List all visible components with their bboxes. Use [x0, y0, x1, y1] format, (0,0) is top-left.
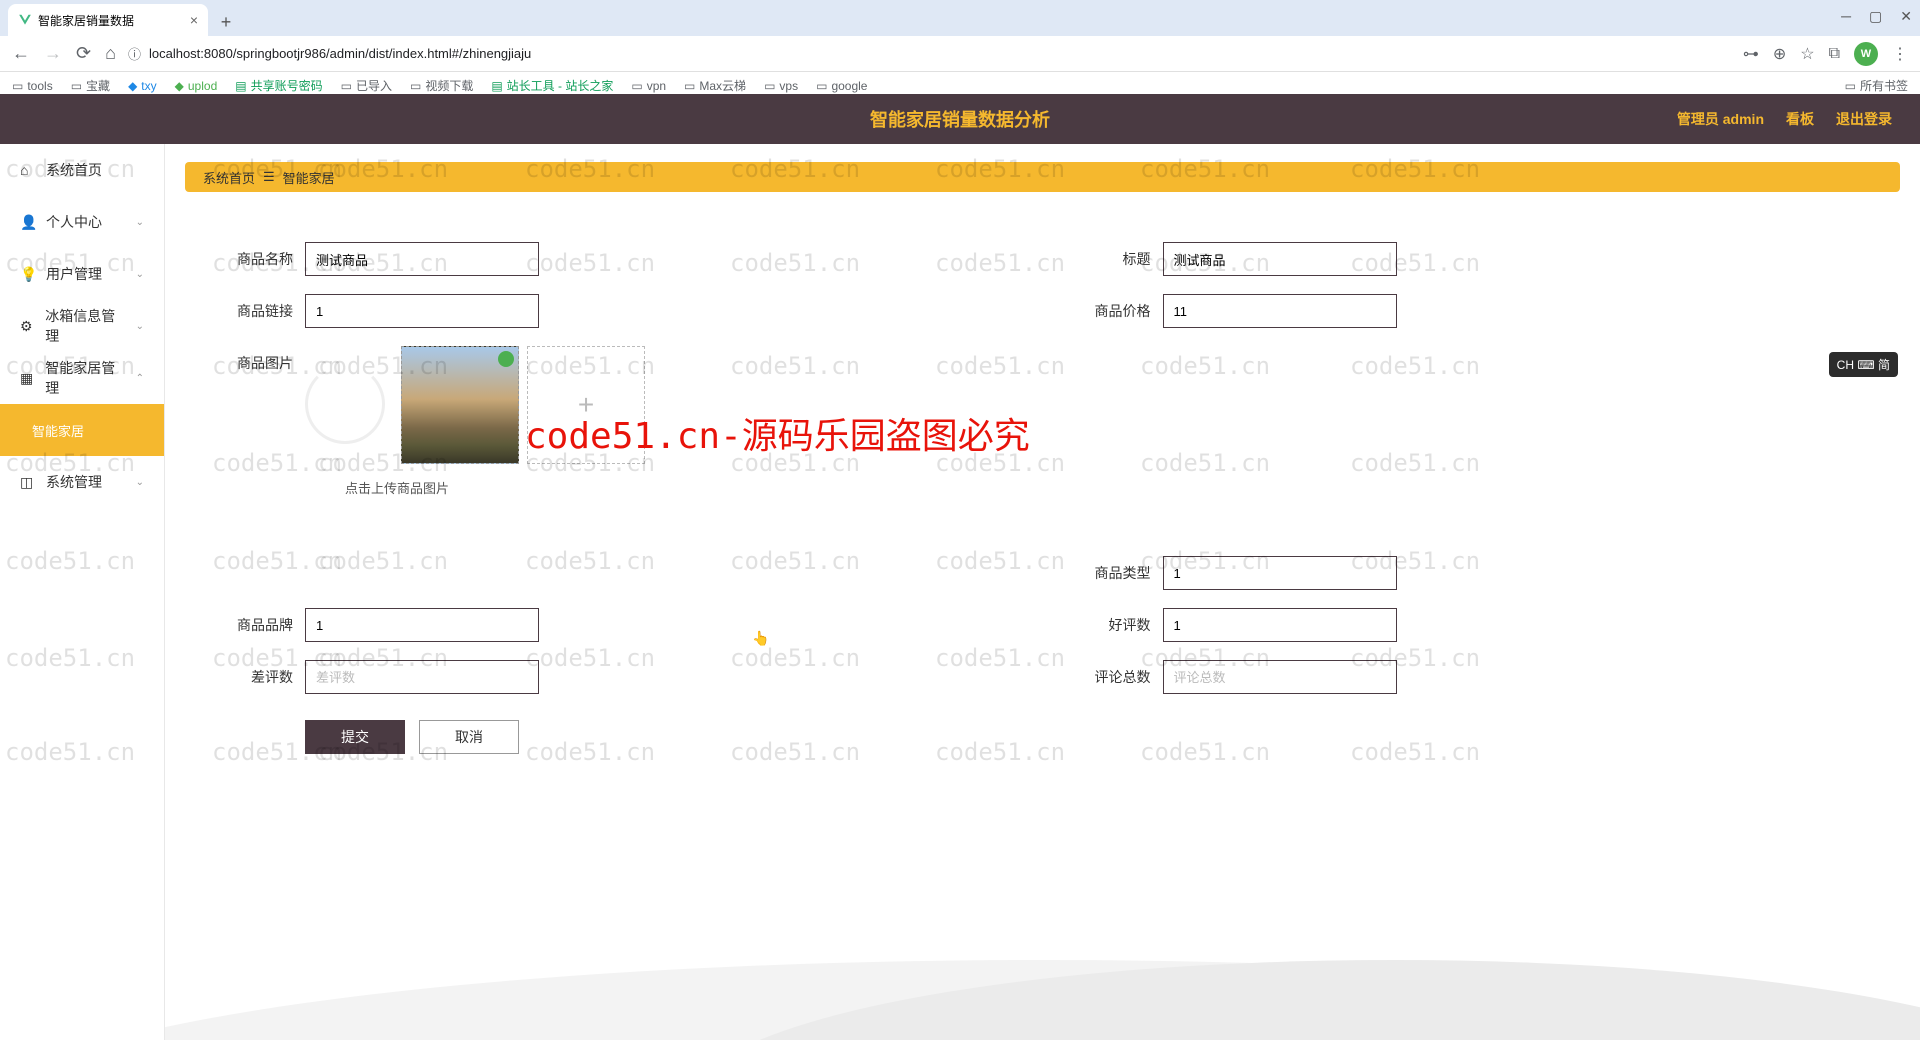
settings-icon: ⚙ [20, 318, 35, 335]
bookmark-item[interactable]: ◆ txy [128, 79, 157, 93]
user-icon: 👤 [20, 214, 36, 231]
sidebar-item-system[interactable]: ◫系统管理⌄ [0, 456, 164, 508]
product-type-input[interactable] [1163, 556, 1397, 590]
url-text: localhost:8080/springbootjr986/admin/dis… [149, 46, 531, 61]
sidebar-item-users[interactable]: 💡用户管理⌄ [0, 248, 164, 300]
bad-reviews-label: 差评数 [185, 660, 305, 687]
minimize-icon[interactable]: ─ [1841, 8, 1851, 25]
bookmark-item[interactable]: ◆ uplod [175, 79, 218, 93]
main-content: 系统首页 ☰ 智能家居 商品名称 标题 商品链接 商品价格 商品图片 [165, 144, 1920, 1040]
bookmark-item[interactable]: ▤ 共享账号密码 [235, 77, 322, 94]
bookmark-item[interactable]: ▭ 视频下载 [410, 77, 473, 94]
chevron-down-icon: ⌄ [136, 477, 144, 488]
menu-icon[interactable]: ⋮ [1892, 44, 1908, 64]
bookmark-item[interactable]: ▭ vps [764, 79, 798, 93]
maximize-icon[interactable]: ▢ [1869, 8, 1882, 25]
bookmark-item[interactable]: ▭ 已导入 [341, 77, 392, 94]
watermark-red: code51.cn-源码乐园盗图必究 [525, 407, 1030, 459]
breadcrumb-sep: ☰ [263, 169, 275, 185]
translate-icon[interactable]: ⊕ [1773, 44, 1786, 64]
bad-reviews-input[interactable] [305, 660, 539, 694]
upload-hint: 点击上传商品图片 [345, 478, 449, 497]
home-icon[interactable]: ⌂ [105, 43, 116, 64]
product-price-input[interactable] [1163, 294, 1397, 328]
browser-chrome: 智能家居销量数据 × + ─ ▢ ✕ ← → ⟳ ⌂ ⓘ localhost:8… [0, 0, 1920, 94]
bookmark-item[interactable]: ▭ tools [12, 79, 53, 93]
bookmark-item[interactable]: ▭ Max云梯 [684, 77, 746, 94]
product-brand-label: 商品品牌 [185, 608, 305, 635]
new-tab-button[interactable]: + [212, 8, 240, 36]
total-reviews-input[interactable] [1163, 660, 1397, 694]
tab-title: 智能家居销量数据 [38, 12, 134, 29]
image-preview[interactable] [401, 346, 519, 464]
chevron-down-icon: ⌄ [136, 217, 144, 228]
submit-button[interactable]: 提交 [305, 720, 405, 754]
product-link-input[interactable] [305, 294, 539, 328]
address-bar: ← → ⟳ ⌂ ⓘ localhost:8080/springbootjr986… [0, 36, 1920, 72]
chevron-down-icon: ⌄ [136, 269, 144, 280]
product-name-label: 商品名称 [185, 242, 305, 269]
reload-icon[interactable]: ⟳ [76, 43, 91, 64]
chevron-up-icon: ⌃ [136, 373, 144, 384]
breadcrumb-home[interactable]: 系统首页 [203, 168, 255, 187]
loading-spinner-icon [305, 364, 385, 444]
close-icon[interactable]: × [190, 12, 198, 28]
good-reviews-input[interactable] [1163, 608, 1397, 642]
dashboard-icon: ◫ [20, 474, 36, 491]
ime-badge: CH ⌨ 简 [1829, 352, 1898, 377]
sidebar-item-fridge[interactable]: ⚙冰箱信息管理⌄ [0, 300, 164, 352]
url-field[interactable]: ⓘ localhost:8080/springbootjr986/admin/d… [128, 44, 1731, 63]
site-info-icon[interactable]: ⓘ [128, 44, 141, 63]
home-icon: ⌂ [20, 162, 36, 178]
avatar[interactable]: W [1854, 42, 1878, 66]
sidebar-item-smart-home-sub[interactable]: 智能家居 [0, 404, 164, 456]
app-header: 智能家居销量数据分析 管理员 admin 看板 退出登录 [0, 94, 1920, 144]
cursor-icon: 👆 [752, 630, 769, 647]
vue-icon [18, 13, 32, 27]
sidebar-item-home[interactable]: ⌂系统首页 [0, 144, 164, 196]
kanban-link[interactable]: 看板 [1786, 109, 1814, 129]
bulb-icon: 💡 [20, 266, 36, 283]
back-icon[interactable]: ← [12, 43, 30, 64]
product-price-label: 商品价格 [1043, 294, 1163, 321]
password-icon[interactable]: ⊶ [1743, 44, 1759, 64]
breadcrumb: 系统首页 ☰ 智能家居 [185, 162, 1900, 192]
extensions-icon[interactable]: ⧉ [1829, 45, 1840, 63]
breadcrumb-current: 智能家居 [283, 168, 335, 187]
title-input[interactable] [1163, 242, 1397, 276]
title-label: 标题 [1043, 242, 1163, 269]
logout-link[interactable]: 退出登录 [1836, 109, 1892, 129]
product-name-input[interactable] [305, 242, 539, 276]
window-controls: ─ ▢ ✕ [1841, 8, 1912, 25]
sidebar-item-smart-home[interactable]: ▦智能家居管理⌃ [0, 352, 164, 404]
tab-bar: 智能家居销量数据 × + ─ ▢ ✕ [0, 0, 1920, 36]
decorative-hills [165, 900, 1920, 1040]
app-title: 智能家居销量数据分析 [870, 106, 1050, 132]
chevron-down-icon: ⌄ [136, 321, 144, 332]
grid-icon: ▦ [20, 370, 35, 387]
bookmark-item[interactable]: ▤ 站长工具 - 站长之家 [491, 77, 613, 94]
good-reviews-label: 好评数 [1043, 608, 1163, 635]
forward-icon[interactable]: → [44, 43, 62, 64]
product-image-label: 商品图片 [185, 346, 305, 373]
browser-tab[interactable]: 智能家居销量数据 × [8, 4, 208, 36]
product-link-label: 商品链接 [185, 294, 305, 321]
sidebar-item-profile[interactable]: 👤个人中心⌄ [0, 196, 164, 248]
star-icon[interactable]: ☆ [1800, 44, 1814, 64]
product-type-label: 商品类型 [1043, 556, 1163, 583]
bookmark-item[interactable]: ▭ google [816, 79, 867, 93]
bookmark-item[interactable]: ▭ 宝藏 [71, 77, 110, 94]
admin-label[interactable]: 管理员 admin [1677, 109, 1764, 129]
sidebar: ⌂系统首页 👤个人中心⌄ 💡用户管理⌄ ⚙冰箱信息管理⌄ ▦智能家居管理⌃ 智能… [0, 144, 165, 1040]
all-bookmarks[interactable]: ▭ 所有书签 [1845, 77, 1908, 94]
cancel-button[interactable]: 取消 [419, 720, 519, 754]
close-window-icon[interactable]: ✕ [1900, 8, 1912, 25]
total-reviews-label: 评论总数 [1043, 660, 1163, 687]
form: 商品名称 标题 商品链接 商品价格 商品图片 + [185, 192, 1900, 772]
bookmark-item[interactable]: ▭ vpn [631, 79, 666, 93]
product-brand-input[interactable] [305, 608, 539, 642]
